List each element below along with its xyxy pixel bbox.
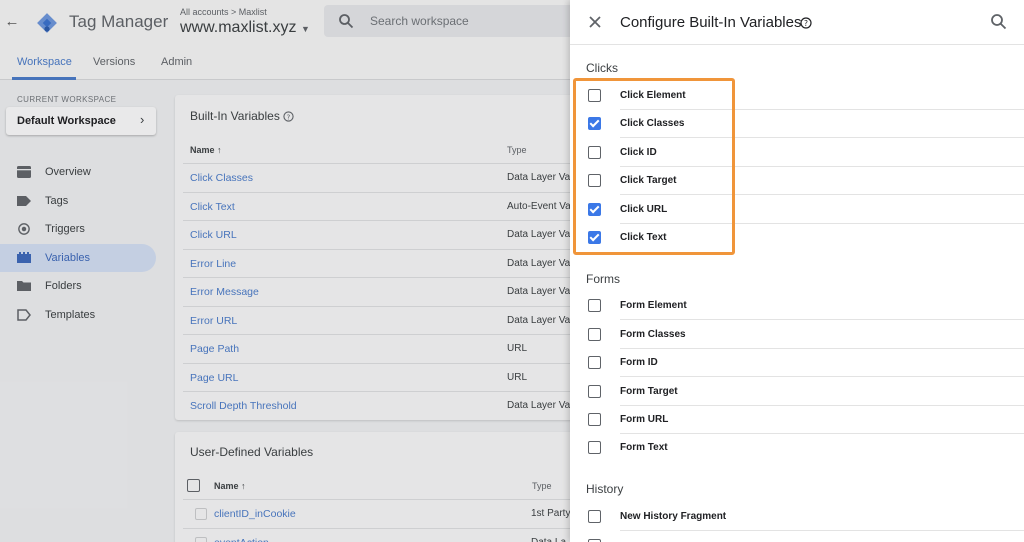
checkbox[interactable] (588, 89, 601, 102)
checkbox[interactable] (588, 174, 601, 187)
panel-title: Configure Built-In Variables (620, 14, 802, 31)
checkbox[interactable] (588, 385, 601, 398)
checkbox-checked[interactable] (588, 231, 601, 244)
svg-text:?: ? (804, 19, 808, 28)
option-label: Form ID (620, 357, 658, 368)
checkbox[interactable] (588, 510, 601, 523)
option-click-url[interactable]: Click URL (570, 196, 1024, 224)
option-click-text[interactable]: Click Text (570, 224, 1024, 252)
option-label: Form Classes (620, 329, 686, 340)
checkbox-checked[interactable] (588, 117, 601, 130)
checkbox[interactable] (588, 299, 601, 312)
section-title-clicks: Clicks (586, 61, 618, 75)
checkbox[interactable] (588, 356, 601, 369)
option-form-classes[interactable]: Form Classes (570, 321, 1024, 349)
option-label: Form Text (620, 442, 668, 453)
option-click-classes[interactable]: Click Classes (570, 110, 1024, 138)
option-label: Click Target (620, 175, 677, 186)
option-label: Click ID (620, 147, 657, 158)
checkbox[interactable] (588, 413, 601, 426)
option-label: Click Classes (620, 118, 685, 129)
option-next-partially-visible[interactable] (570, 532, 1024, 542)
search-icon[interactable] (990, 13, 1007, 30)
option-form-text[interactable]: Form Text (570, 434, 1024, 462)
option-new-history-fragment[interactable]: New History Fragment (570, 503, 1024, 531)
scrim-overlay[interactable] (0, 0, 570, 542)
option-label: New History Fragment (620, 511, 727, 522)
close-icon[interactable] (586, 13, 604, 31)
divider (620, 530, 1024, 531)
option-click-id[interactable]: Click ID (570, 139, 1024, 167)
checkbox[interactable] (588, 441, 601, 454)
option-click-element[interactable]: Click Element (570, 82, 1024, 110)
divider (620, 319, 1024, 320)
divider (620, 194, 1024, 195)
option-label: Click URL (620, 204, 668, 215)
section-title-forms: Forms (586, 272, 620, 286)
option-form-url[interactable]: Form URL (570, 406, 1024, 434)
checkbox[interactable] (588, 328, 601, 341)
option-label: Form Target (620, 386, 678, 397)
divider (620, 137, 1024, 138)
panel-header: Configure Built-In Variables ? (570, 0, 1024, 45)
option-label: Click Element (620, 90, 686, 101)
option-label: Form Element (620, 300, 687, 311)
section-title-history: History (586, 482, 624, 496)
checkbox[interactable] (588, 146, 601, 159)
option-form-id[interactable]: Form ID (570, 349, 1024, 377)
option-form-element[interactable]: Form Element (570, 292, 1024, 320)
option-label: Form URL (620, 414, 669, 425)
option-click-target[interactable]: Click Target (570, 167, 1024, 195)
option-label: Click Text (620, 232, 667, 243)
checkbox-checked[interactable] (588, 203, 601, 216)
divider (620, 376, 1024, 377)
configure-builtin-variables-panel: Configure Built-In Variables ? Clicks Cl… (570, 0, 1024, 542)
help-icon[interactable]: ? (800, 17, 812, 29)
option-form-target[interactable]: Form Target (570, 378, 1024, 406)
